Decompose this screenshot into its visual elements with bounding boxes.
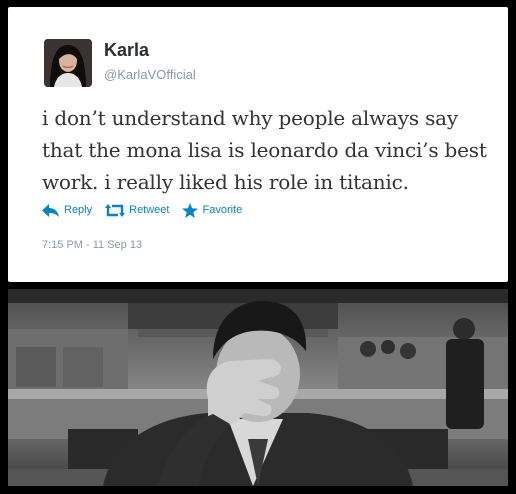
retweet-icon [105,203,126,217]
retweet-button[interactable]: Retweet [105,203,170,217]
tweet-text: i don’t understand why people always say… [42,106,487,194]
tweet-actions: Reply Retweet Favorite [42,200,255,220]
facepalm-photo [8,289,508,486]
reply-icon [42,203,59,217]
meme-frame: Karla @KarlaVOfficial i don’t understand… [0,0,516,494]
reply-label: Reply [64,204,93,216]
star-icon [182,202,199,218]
avatar[interactable] [44,39,92,87]
avatar-image [44,39,92,87]
favorite-button[interactable]: Favorite [182,202,243,218]
tweet-timestamp[interactable]: 7:15 PM - 11 Sep 13 [42,239,142,251]
tweet-card: Karla @KarlaVOfficial i don’t understand… [8,7,508,282]
facepalm-photo-illustration [8,289,508,486]
user-handle[interactable]: @KarlaVOfficial [104,67,196,82]
retweet-label: Retweet [129,204,170,216]
user-name[interactable]: Karla [104,40,149,61]
reply-button[interactable]: Reply [42,203,93,217]
favorite-label: Favorite [202,204,243,216]
